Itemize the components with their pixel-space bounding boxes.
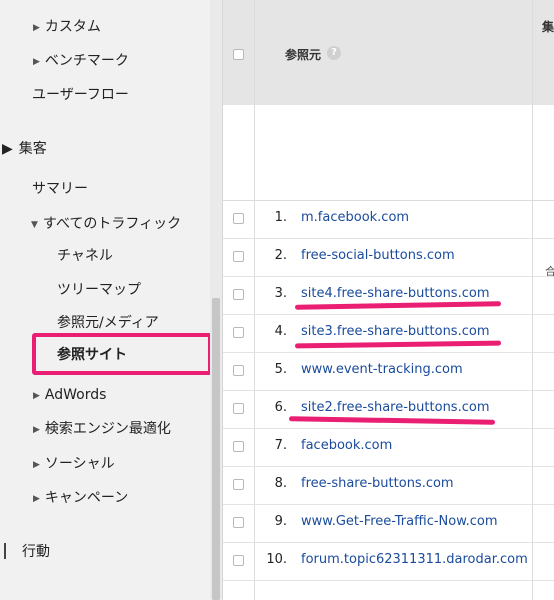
row-checkbox[interactable] <box>233 517 244 528</box>
table-row: 8. free-share-buttons.com <box>223 466 554 505</box>
sidebar-item-referrals[interactable]: 参照サイト <box>57 345 127 365</box>
table-row: 2. free-social-buttons.com <box>223 238 554 277</box>
row-rank: 2. <box>274 248 287 263</box>
table-row: 1. m.facebook.com <box>223 200 554 239</box>
source-link[interactable]: site2.free-share-buttons.com <box>301 400 489 415</box>
sidebar-section-behavior[interactable]: 行動 <box>22 542 50 562</box>
source-link[interactable]: www.event-tracking.com <box>301 362 463 377</box>
sidebar-item-custom[interactable]: ▶ カスタム <box>33 17 101 38</box>
sidebar-item-campaigns[interactable]: ▶ キャンペーン <box>33 488 128 509</box>
expand-triangle-icon: ▶ <box>33 460 40 470</box>
table-header: 参照元 ? 集 <box>223 0 554 106</box>
table-row: 3. site4.free-share-buttons.com <box>223 276 554 315</box>
referral-table: 参照元 ? 集 合 1. m.facebook.com 2. free-soci… <box>222 0 554 600</box>
row-checkbox[interactable] <box>233 251 244 262</box>
table-row: 7. facebook.com <box>223 428 554 467</box>
expand-triangle-icon: ▶ <box>33 391 40 401</box>
table-row: 6. site2.free-share-buttons.com <box>223 390 554 429</box>
source-link[interactable]: www.Get-Free-Traffic-Now.com <box>301 514 498 529</box>
section-icon <box>0 543 6 559</box>
expand-triangle-icon: ▶ <box>33 23 40 33</box>
sidebar-item-seo[interactable]: ▶ 検索エンジン最適化 <box>33 419 171 440</box>
sidebar-item-benchmark[interactable]: ▶ ベンチマーク <box>33 51 129 72</box>
row-rank: 7. <box>274 438 287 453</box>
report-nav-sidebar: ▶ カスタム ▶ ベンチマーク ユーザーフロー ▶ 集客 サマリー ▼ すべてのトラフィ… <box>0 0 222 600</box>
column-header-partial[interactable]: 集 <box>542 18 554 35</box>
table-row: 5. www.event-tracking.com <box>223 352 554 391</box>
row-checkbox[interactable] <box>233 441 244 452</box>
sidebar-item-overview[interactable]: サマリー <box>32 179 88 199</box>
collapse-triangle-icon: ▼ <box>31 220 38 230</box>
row-checkbox[interactable] <box>233 289 244 300</box>
source-link[interactable]: site4.free-share-buttons.com <box>301 286 489 301</box>
source-link[interactable]: free-share-buttons.com <box>301 476 454 491</box>
row-rank: 1. <box>274 210 287 225</box>
select-all-checkbox[interactable] <box>233 49 244 60</box>
source-link[interactable]: m.facebook.com <box>301 210 409 225</box>
sidebar-scrollbar-thumb[interactable] <box>212 298 220 600</box>
section-arrow-icon: ▶ <box>2 141 13 157</box>
column-header-source[interactable]: 参照元 <box>285 46 321 63</box>
sidebar-item-all-traffic[interactable]: ▼ すべてのトラフィック <box>31 214 181 235</box>
expand-triangle-icon: ▶ <box>33 57 40 67</box>
sidebar-item-user-flow[interactable]: ユーザーフロー <box>32 85 129 105</box>
table-summary-row: 合 <box>223 105 554 278</box>
table-row: 10. forum.topic62311311.darodar.com <box>223 542 554 581</box>
expand-triangle-icon: ▶ <box>33 494 40 504</box>
row-rank: 3. <box>274 286 287 301</box>
sidebar-item-social[interactable]: ▶ ソーシャル <box>33 454 115 475</box>
sidebar-section-acquisition[interactable]: ▶ 集客 <box>2 139 47 159</box>
row-checkbox[interactable] <box>233 365 244 376</box>
row-checkbox[interactable] <box>233 403 244 414</box>
table-row: 9. www.Get-Free-Traffic-Now.com <box>223 504 554 543</box>
sidebar-item-channels[interactable]: チャネル <box>57 246 113 266</box>
sidebar-item-treemaps[interactable]: ツリーマップ <box>57 280 141 300</box>
source-link[interactable]: facebook.com <box>301 438 392 453</box>
source-link[interactable]: forum.topic62311311.darodar.com <box>301 552 528 567</box>
row-checkbox[interactable] <box>233 479 244 490</box>
row-rank: 10. <box>266 552 287 567</box>
help-icon[interactable]: ? <box>327 46 341 60</box>
row-rank: 6. <box>274 400 287 415</box>
row-rank: 8. <box>274 476 287 491</box>
table-row: 4. site3.free-share-buttons.com <box>223 314 554 353</box>
expand-triangle-icon: ▶ <box>33 425 40 435</box>
sidebar-item-adwords[interactable]: ▶ AdWords <box>33 385 106 406</box>
row-rank: 4. <box>274 324 287 339</box>
row-checkbox[interactable] <box>233 213 244 224</box>
row-rank: 5. <box>274 362 287 377</box>
row-checkbox[interactable] <box>233 327 244 338</box>
source-link[interactable]: site3.free-share-buttons.com <box>301 324 489 339</box>
row-checkbox[interactable] <box>233 555 244 566</box>
sidebar-item-source-medium[interactable]: 参照元/メディア <box>57 313 159 333</box>
row-rank: 9. <box>274 514 287 529</box>
source-link[interactable]: free-social-buttons.com <box>301 248 455 263</box>
